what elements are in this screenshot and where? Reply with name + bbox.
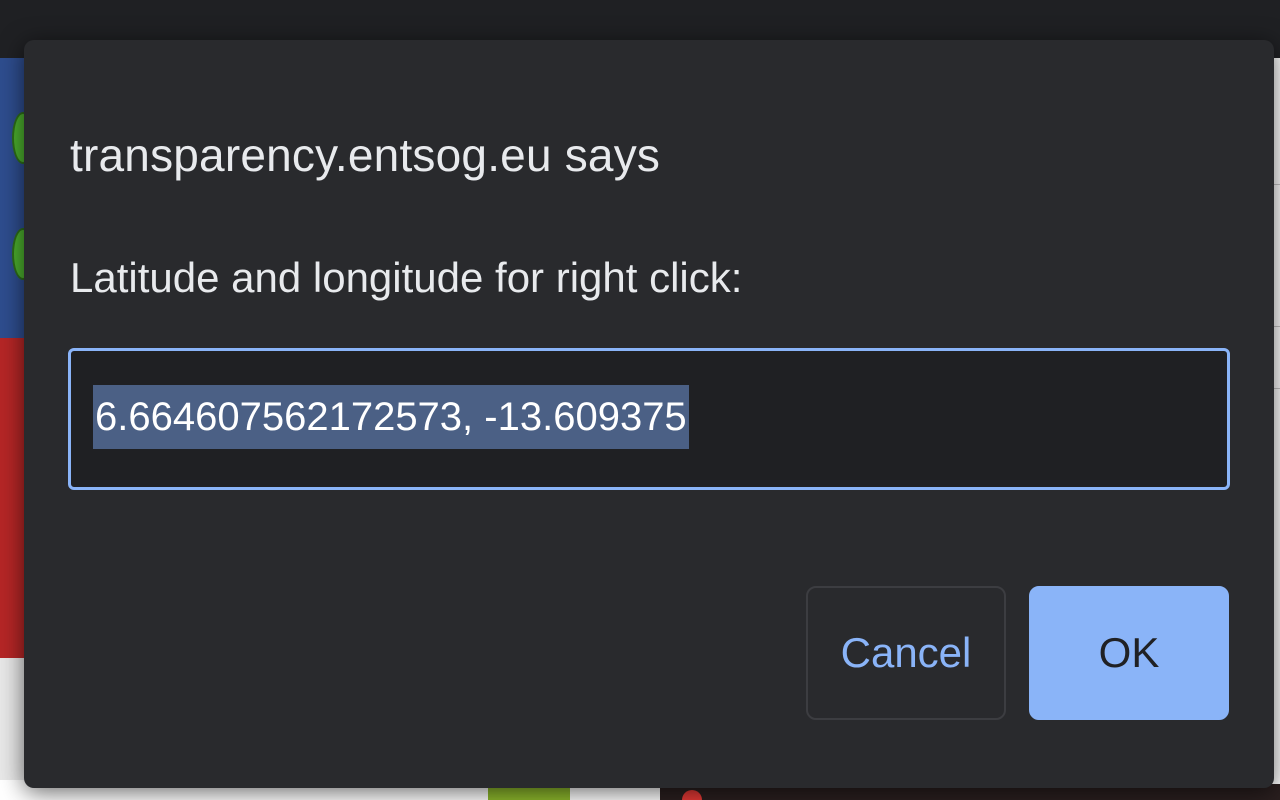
browser-toolbar-strip [0, 0, 1280, 40]
dialog-title: transparency.entsog.eu says [70, 129, 661, 181]
ok-button[interactable]: OK [1029, 586, 1229, 720]
coordinates-input-value: 6.664607562172573, -13.609375 [93, 385, 689, 449]
coordinates-input[interactable]: 6.664607562172573, -13.609375 [68, 348, 1230, 490]
prompt-dialog: transparency.entsog.eu says Latitude and… [24, 40, 1274, 788]
cancel-button[interactable]: Cancel [806, 586, 1006, 720]
dialog-message: Latitude and longitude for right click: [70, 254, 743, 301]
background-green-block [488, 786, 570, 800]
